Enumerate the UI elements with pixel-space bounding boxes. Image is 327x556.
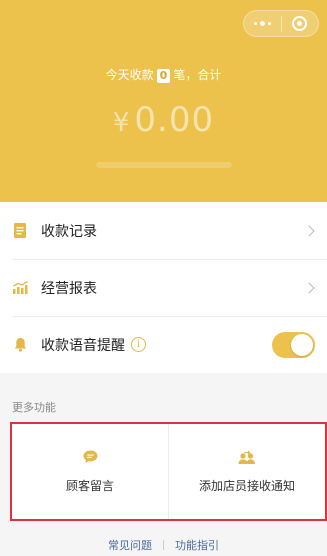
guide-link[interactable]: 功能指引 (175, 537, 219, 553)
toggle-knob (291, 333, 313, 356)
voice-reminder-toggle[interactable] (272, 331, 315, 358)
target-icon[interactable] (281, 11, 318, 36)
more-functions-title: 更多功能 (12, 401, 56, 414)
more-functions-grid: 顾客留言 添加店员接收通知 (10, 422, 327, 521)
more-dots-icon[interactable] (244, 11, 281, 36)
menu-item-label: 收款记录 (41, 223, 97, 240)
grid-item-add-staff[interactable]: 添加店员接收通知 (168, 424, 325, 519)
currency-symbol: ¥ (112, 108, 131, 138)
today-summary: 今天收款 0 笔，合计 (0, 66, 327, 83)
menu-item-label: 收款语音提醒 (41, 337, 125, 354)
chart-icon (12, 280, 28, 296)
menu-item-voice-reminder: 收款语音提醒 i (0, 316, 327, 373)
total-amount: ¥0.00 (0, 100, 327, 140)
info-icon[interactable]: i (131, 337, 146, 352)
footer-divider (163, 540, 164, 550)
header: 今天收款 0 笔，合计 ¥0.00 (0, 0, 327, 202)
document-icon (12, 223, 28, 239)
menu-item-label: 经营报表 (41, 280, 97, 297)
add-staff-icon (238, 449, 256, 465)
faq-link[interactable]: 常见问题 (108, 537, 152, 553)
menu-item-business-report[interactable]: 经营报表 (0, 259, 327, 316)
amount-placeholder-bar (96, 162, 232, 168)
chevron-right-icon (303, 281, 315, 294)
amount-value: 0.00 (134, 100, 215, 140)
message-icon (83, 449, 98, 465)
chevron-right-icon (303, 224, 315, 237)
bell-icon (12, 337, 28, 353)
grid-item-customer-messages[interactable]: 顾客留言 (12, 424, 168, 519)
footer-links: 常见问题 功能指引 (0, 537, 327, 553)
grid-item-label: 添加店员接收通知 (198, 479, 295, 493)
capsule-menu (243, 10, 319, 37)
count-badge: 0 (156, 69, 171, 83)
menu-item-payment-records[interactable]: 收款记录 (0, 202, 327, 259)
menu-list: 收款记录 经营报表 收款语音提醒 i (0, 202, 327, 373)
grid-item-label: 顾客留言 (65, 479, 114, 493)
summary-suffix: 笔，合计 (173, 68, 222, 82)
summary-prefix: 今天收款 (105, 68, 154, 82)
